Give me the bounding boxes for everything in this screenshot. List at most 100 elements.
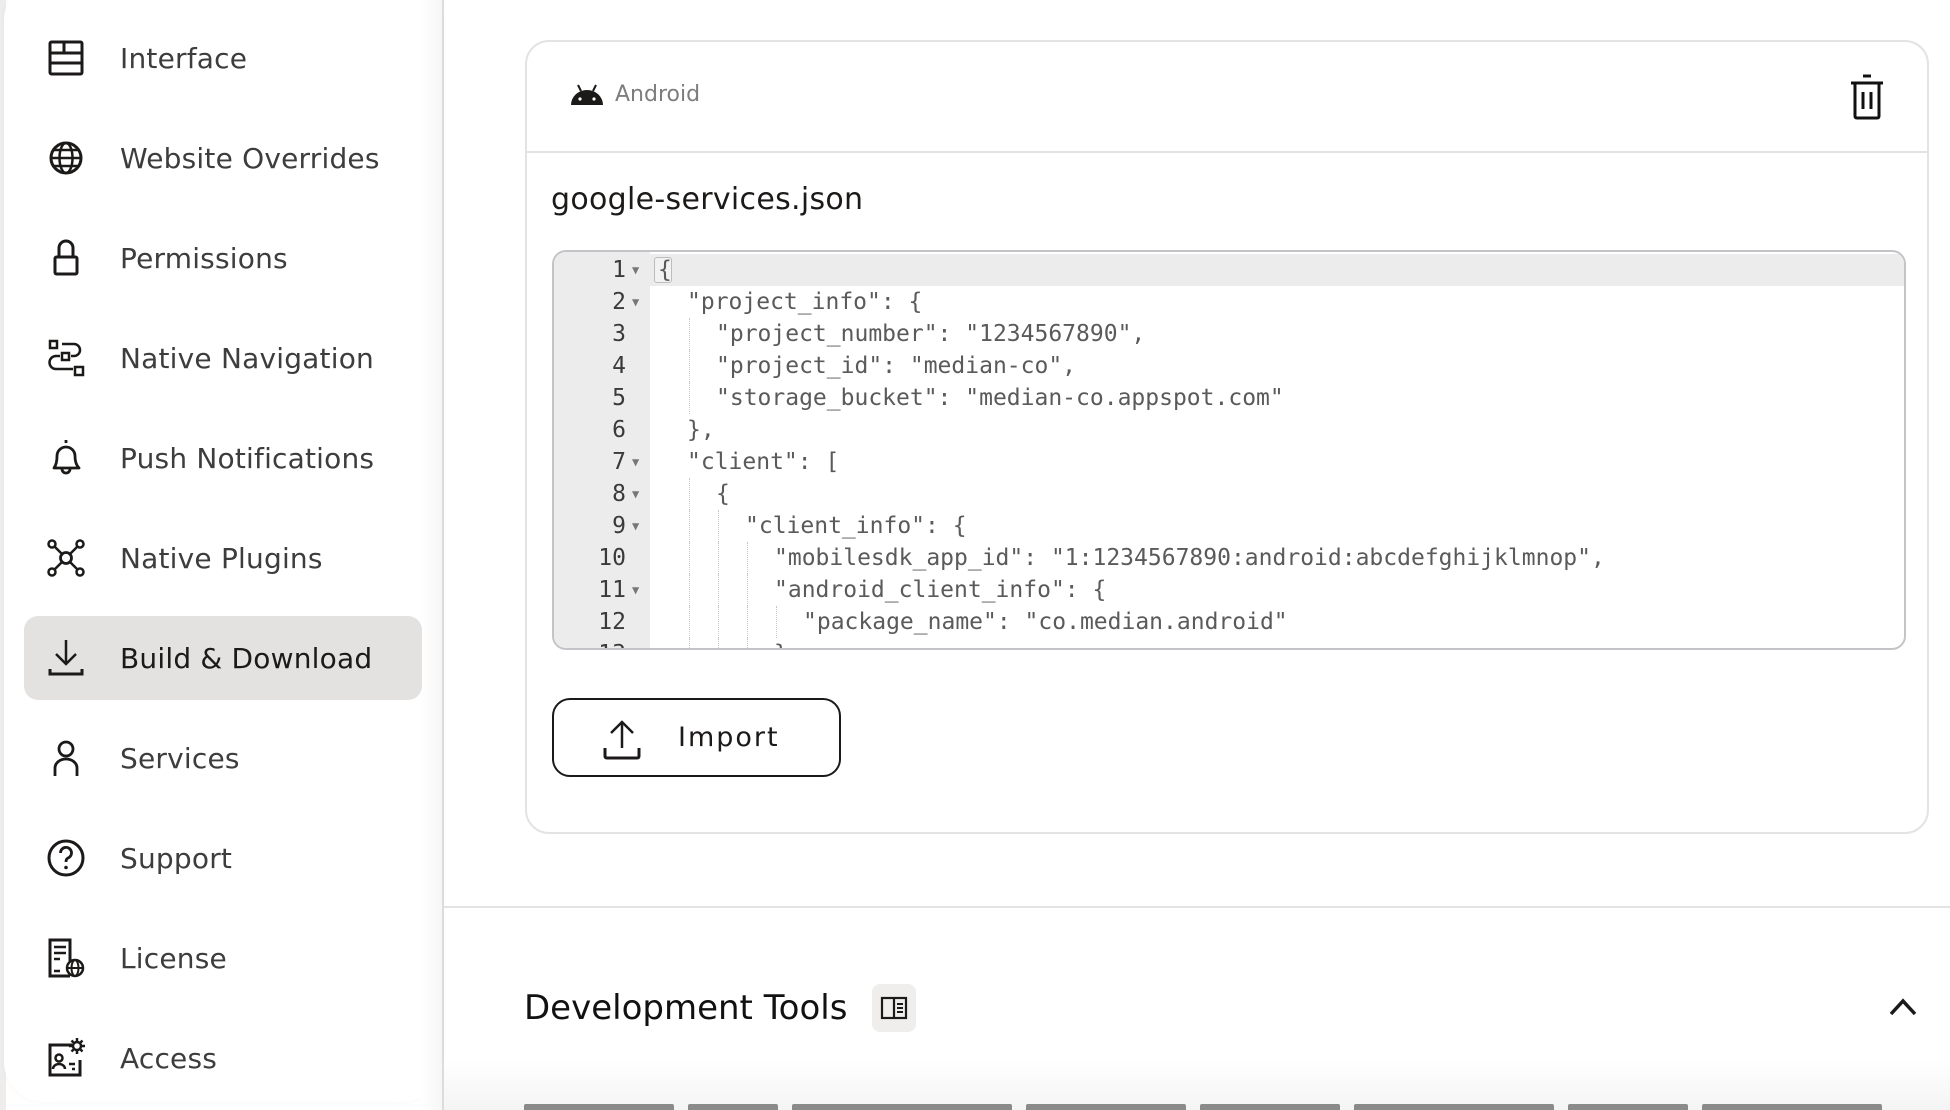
bottom-fade xyxy=(444,1060,1950,1110)
indent-guide xyxy=(718,574,719,606)
code-line: 10 "mobilesdk_app_id": "1:1234567890:andr… xyxy=(554,542,1904,574)
fold-toggle-icon[interactable]: ▼ xyxy=(632,286,639,318)
line-number: 9 xyxy=(612,513,626,539)
navigation-flow-icon xyxy=(44,336,88,380)
documentation-icon xyxy=(880,996,908,1020)
code-text: "mobilesdk_app_id": "1:1234567890:androi… xyxy=(774,545,1605,571)
download-icon xyxy=(44,636,88,680)
indent-guide xyxy=(718,638,719,648)
sidebar-item-label: Permissions xyxy=(120,241,288,275)
android-icon xyxy=(571,84,603,105)
indent-guide xyxy=(689,542,690,574)
code-text: "project_number": "1234567890", xyxy=(716,321,1146,347)
fold-toggle-icon[interactable]: ▼ xyxy=(632,254,639,286)
json-code-editor[interactable]: 1 ▼{2 ▼ "project_info": {3 "project_number":… xyxy=(552,250,1906,650)
sidebar-shade xyxy=(420,0,442,1110)
line-number: 13 xyxy=(554,638,626,648)
user-icon xyxy=(44,736,88,780)
import-label: Import xyxy=(678,722,780,753)
indent-guide xyxy=(747,542,748,574)
indent-guide xyxy=(689,510,690,542)
line-number: 8 xyxy=(612,481,626,507)
fold-toggle-icon[interactable]: ▼ xyxy=(632,574,639,606)
indent-guide xyxy=(689,478,690,510)
sidebar-item-label: Website Overrides xyxy=(120,141,380,175)
sidebar-item-license[interactable]: License xyxy=(24,916,422,1000)
sidebar-item-interface[interactable]: Interface xyxy=(24,16,422,100)
code-line: 2 ▼ "project_info": { xyxy=(554,286,1904,318)
fold-toggle-icon[interactable]: ▼ xyxy=(632,510,639,542)
plugins-network-icon xyxy=(44,536,88,580)
development-tools-title: Development Tools xyxy=(524,988,848,1028)
line-number: 3 xyxy=(612,321,626,347)
code-text: "project_id": "median-co", xyxy=(716,353,1077,379)
sidebar-item-build-download[interactable]: Build & Download xyxy=(24,616,422,700)
import-button[interactable]: Import xyxy=(552,698,841,777)
code-line: 1 ▼ { xyxy=(554,254,1904,286)
code-text: }, xyxy=(687,417,715,443)
indent-guide xyxy=(689,350,690,382)
fold-toggle-icon[interactable]: ▼ xyxy=(632,478,639,510)
file-title: google-services.json xyxy=(551,182,864,217)
code-text: "android_client_info": { xyxy=(774,577,1107,603)
code-line: 4 "project_id": "median-co", xyxy=(554,350,1904,382)
lock-icon xyxy=(44,236,88,280)
collapse-section-button[interactable] xyxy=(1888,994,1918,1018)
sidebar-item-label: Native Plugins xyxy=(120,541,323,575)
platform-name: Android xyxy=(615,82,701,107)
card-header: Android xyxy=(527,42,1927,153)
code-lines: 1 ▼{2 ▼ "project_info": {3 "project_number":… xyxy=(554,254,1904,648)
delete-button[interactable] xyxy=(1845,72,1889,122)
sidebar-item-permissions[interactable]: Permissions xyxy=(24,216,422,300)
line-number: 5 xyxy=(612,385,626,411)
indent-guide xyxy=(747,574,748,606)
access-card-icon xyxy=(44,1036,88,1080)
sidebar-item-website-overrides[interactable]: Website Overrides xyxy=(24,116,422,200)
line-number: 12 xyxy=(598,609,626,635)
sidebar-item-services[interactable]: Services xyxy=(24,716,422,800)
sidebar-item-native-navigation[interactable]: Native Navigation xyxy=(24,316,422,400)
code-line: 9 ▼ "client_info": { xyxy=(554,510,1904,542)
indent-guide xyxy=(689,606,690,638)
indent-guide xyxy=(718,606,719,638)
line-number: 6 xyxy=(612,417,626,443)
help-circle-icon xyxy=(44,836,88,880)
indent-guide xyxy=(689,318,690,350)
code-text: { xyxy=(658,257,672,283)
fold-toggle-icon[interactable]: ▼ xyxy=(632,446,639,478)
sidebar-divider xyxy=(442,0,444,1110)
sidebar-item-access[interactable]: Access xyxy=(24,1016,422,1100)
clipped-description-text xyxy=(524,1104,1882,1110)
chevron-up-icon xyxy=(1889,998,1917,1016)
code-line: 3 "project_number": "1234567890", xyxy=(554,318,1904,350)
code-text: { xyxy=(716,481,730,507)
code-line: 13} xyxy=(554,638,1904,648)
sidebar-item-label: Support xyxy=(120,841,233,875)
sidebar-item-label: Native Navigation xyxy=(120,341,374,375)
globe-icon xyxy=(44,136,88,180)
indent-guide xyxy=(689,638,690,648)
sidebar-item-label: Push Notifications xyxy=(120,441,375,475)
sidebar-item-label: Build & Download xyxy=(120,641,373,675)
line-number: 10 xyxy=(598,545,626,571)
sidebar-item-native-plugins[interactable]: Native Plugins xyxy=(24,516,422,600)
indent-guide xyxy=(747,638,748,648)
line-number: 1 xyxy=(612,257,626,283)
code-text: "storage_bucket": "median-co.appspot.com… xyxy=(716,385,1284,411)
android-config-card: Android google-services.json 1 ▼{2 ▼ "proje… xyxy=(525,40,1929,834)
line-number: 11 xyxy=(598,577,626,603)
sidebar-item-push-notifications[interactable]: Push Notifications xyxy=(24,416,422,500)
code-line: 11 ▼ "android_client_info": { xyxy=(554,574,1904,606)
documentation-button[interactable] xyxy=(872,984,916,1032)
sidebar-item-label: Interface xyxy=(120,41,248,75)
code-line: 8 ▼ { xyxy=(554,478,1904,510)
code-line: 7 ▼ "client": [ xyxy=(554,446,1904,478)
indent-guide xyxy=(747,606,748,638)
code-line: 12 "package_name": "co.median.android" xyxy=(554,606,1904,638)
sidebar-item-label: Access xyxy=(120,1041,218,1075)
code-text: "client_info": { xyxy=(745,513,967,539)
upload-icon xyxy=(603,720,641,760)
sidebar-item-support[interactable]: Support xyxy=(24,816,422,900)
code-text: "project_info": { xyxy=(687,289,923,315)
indent-guide xyxy=(776,606,777,638)
